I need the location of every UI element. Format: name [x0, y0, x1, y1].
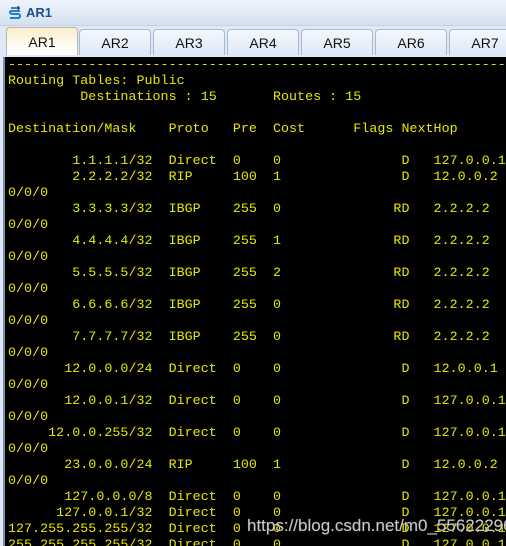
route-row: 127.0.0.1/32 Direct 0 0 D 127.0.0.1 [8, 505, 506, 520]
route-interface-wrap: 0/0/0 [8, 345, 49, 360]
tab-ar2[interactable]: AR2 [79, 29, 151, 55]
route-row: 127.0.0.0/8 Direct 0 0 D 127.0.0.1 [8, 489, 506, 504]
window-titlebar: AR1 [0, 0, 506, 25]
route-interface-wrap: 0/0/0 [8, 281, 49, 296]
route-row: 5.5.5.5/32 IBGP 255 2 RD 2.2.2.2 [8, 265, 490, 280]
tab-ar3[interactable]: AR3 [153, 29, 225, 55]
route-interface-wrap: 0/0/0 [8, 249, 49, 264]
route-interface-wrap: 0/0/0 [8, 409, 49, 424]
route-row: 255.255.255.255/32 Direct 0 0 D 127.0.0.… [8, 537, 506, 546]
route-interface-wrap: 0/0/0 [8, 377, 49, 392]
route-row: 2.2.2.2/32 RIP 100 1 D 12.0.0.2 [8, 169, 498, 184]
router-icon [8, 5, 22, 20]
route-row: 12.0.0.1/32 Direct 0 0 D 127.0.0.1 [8, 393, 506, 408]
route-row: 1.1.1.1/32 Direct 0 0 D 127.0.0.1 [8, 153, 506, 168]
route-row: 12.0.0.0/24 Direct 0 0 D 12.0.0.1 [8, 361, 498, 376]
route-list: 1.1.1.1/32 Direct 0 0 D 127.0.0.1 2.2.2.… [8, 153, 506, 546]
tab-ar6[interactable]: AR6 [375, 29, 447, 55]
route-interface-wrap: 0/0/0 [8, 473, 49, 488]
tab-ar7[interactable]: AR7 [449, 29, 506, 55]
tab-ar5[interactable]: AR5 [301, 29, 373, 55]
route-interface-wrap: 0/0/0 [8, 313, 49, 328]
routing-table-summary: Destinations : 15 Routes : 15 [8, 89, 362, 104]
device-tab-bar: AR1 AR2 AR3 AR4 AR5 AR6 AR7 [0, 25, 506, 58]
route-row: 7.7.7.7/32 IBGP 255 0 RD 2.2.2.2 [8, 329, 490, 344]
window-title: AR1 [26, 5, 53, 20]
terminal-output: ----------------------------------------… [5, 57, 506, 546]
route-row: 127.255.255.255/32 Direct 0 0 D 127.0.0.… [8, 521, 506, 536]
tab-ar1[interactable]: AR1 [6, 27, 78, 55]
route-row: 3.3.3.3/32 IBGP 255 0 RD 2.2.2.2 [8, 201, 490, 216]
tab-ar4[interactable]: AR4 [227, 29, 299, 55]
terminal-separator: ----------------------------------------… [8, 57, 506, 72]
routing-table-header: Routing Tables: Public [8, 73, 185, 88]
route-row: 12.0.0.255/32 Direct 0 0 D 127.0.0.1 [8, 425, 506, 440]
route-row: 4.4.4.4/32 IBGP 255 1 RD 2.2.2.2 [8, 233, 490, 248]
route-row: 23.0.0.0/24 RIP 100 1 D 12.0.0.2 [8, 457, 498, 472]
route-interface-wrap: 0/0/0 [8, 185, 49, 200]
route-row: 6.6.6.6/32 IBGP 255 0 RD 2.2.2.2 [8, 297, 490, 312]
route-interface-wrap: 0/0/0 [8, 441, 49, 456]
terminal-console[interactable]: ----------------------------------------… [3, 57, 506, 546]
route-interface-wrap: 0/0/0 [8, 217, 49, 232]
column-header: Destination/Mask Proto Pre Cost Flags Ne… [8, 121, 458, 136]
